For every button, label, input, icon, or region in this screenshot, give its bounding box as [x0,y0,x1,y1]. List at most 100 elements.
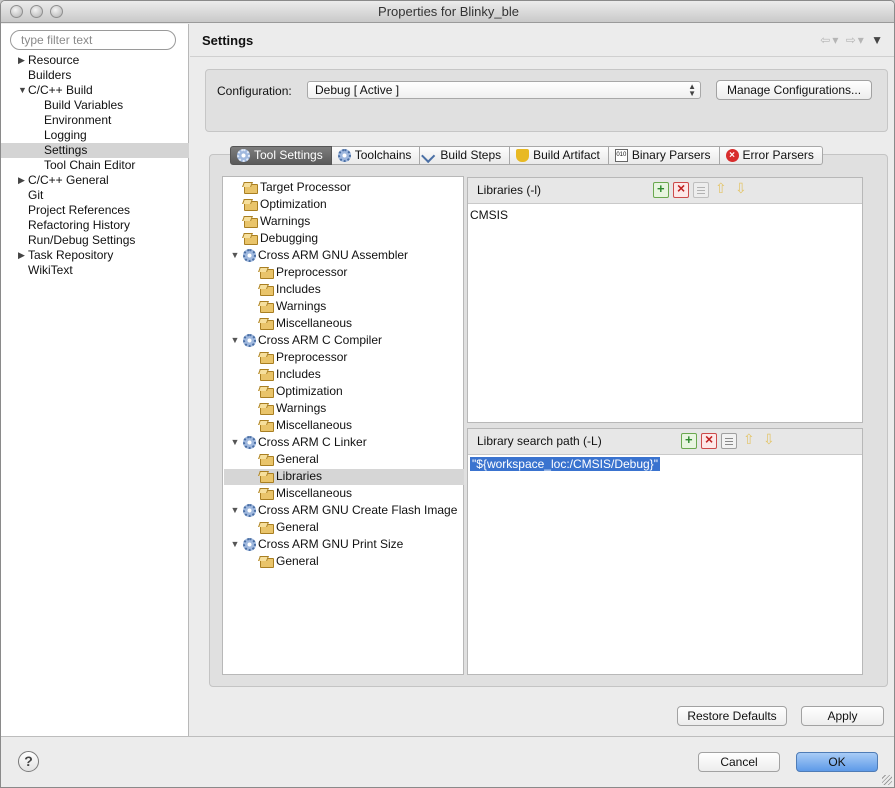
help-icon[interactable]: ? [18,751,39,772]
tree-item[interactable]: Optimization [259,383,343,400]
sidebar-item[interactable]: ▶ Task Repository [1,248,189,263]
sidebar-item[interactable]: Environment [1,113,189,128]
restore-defaults-button[interactable]: Restore Defaults [677,706,787,726]
list-item[interactable]: "${workspace_loc:/CMSIS/Debug}" [470,457,660,471]
sidebar-item[interactable]: Tool Chain Editor [1,158,189,173]
sidebar-item[interactable]: ▶ C/C++ General [1,173,189,188]
manage-configurations-button[interactable]: Manage Configurations... [716,80,872,100]
zoom-window-button[interactable] [50,5,63,18]
tree-item[interactable]: Warnings [259,400,326,417]
tree-item[interactable]: ▼ Cross ARM C Linker [229,434,367,451]
tree-item[interactable]: ▼ Cross ARM GNU Assembler [229,247,408,264]
tree-item-label: Cross ARM C Linker [258,435,367,449]
edit-library-icon[interactable] [693,182,709,198]
expanded-triangle-icon[interactable]: ▼ [229,502,241,519]
sidebar-item-label: Tool Chain Editor [44,158,136,172]
tab[interactable]: Tool Settings [230,146,332,165]
view-menu-icon[interactable]: ▼ [871,33,885,47]
sidebar-item[interactable]: WikiText [1,263,189,278]
sidebar-item[interactable]: Builders [1,68,189,83]
sidebar-item[interactable]: Refactoring History [1,218,189,233]
tree-item[interactable]: Warnings [259,298,326,315]
tree-item[interactable]: Miscellaneous [259,485,352,502]
tab[interactable]: Build Steps [420,146,511,165]
move-up-icon[interactable] [713,180,729,198]
option-category-icon [259,419,274,432]
tree-item[interactable]: Miscellaneous [259,315,352,332]
expanded-triangle-icon[interactable]: ▼ [229,434,241,451]
tab-label: Tool Settings [254,148,323,162]
sidebar-item[interactable]: Run/Debug Settings [1,233,189,248]
expanded-triangle-icon[interactable]: ▼ [229,332,241,349]
tree-item[interactable]: Includes [259,281,321,298]
configuration-select[interactable]: Debug [ Active ] ▲ ▼ [307,81,701,99]
tree-item-label: Warnings [276,401,327,415]
delete-path-icon[interactable] [701,431,717,449]
expanded-triangle-icon[interactable]: ▼ [229,247,241,264]
move-down-icon[interactable] [733,180,749,198]
expanded-triangle-icon[interactable]: ▼ [18,83,27,98]
tree-item[interactable]: Miscellaneous [259,417,352,434]
tree-item[interactable]: General [259,553,319,570]
collapsed-triangle-icon[interactable]: ▶ [18,173,25,188]
expanded-triangle-icon[interactable]: ▼ [229,536,241,553]
list-item[interactable]: CMSIS [470,208,508,222]
option-category-icon [259,521,274,534]
delete-library-icon[interactable] [673,180,689,198]
sidebar-item-label: Resource [28,53,80,67]
sidebar-item[interactable]: ▼ C/C++ Build [1,83,189,98]
sidebar-item[interactable]: Build Variables [1,98,189,113]
tree-item[interactable]: Libraries [259,468,322,485]
minimize-window-button[interactable] [30,5,43,18]
sidebar-item[interactable]: Git [1,188,189,203]
tree-item[interactable]: Optimization [243,196,327,213]
edit-path-icon[interactable] [721,433,737,449]
tree-item-label: Miscellaneous [276,316,353,330]
tab-bar: Tool Settings Toolchains Build Steps Build … [230,146,823,165]
apply-button[interactable]: Apply [801,706,884,726]
move-down-icon[interactable] [761,431,777,449]
collapsed-triangle-icon[interactable]: ▶ [18,53,25,68]
forward-icon[interactable]: ⇨▾ [846,33,866,47]
tree-item[interactable]: Includes [259,366,321,383]
add-path-icon[interactable] [681,432,697,449]
ok-button[interactable]: OK [796,752,878,772]
tree-item[interactable]: Warnings [243,213,310,230]
sidebar-item[interactable]: Logging [1,128,189,143]
tree-item[interactable]: Debugging [243,230,318,247]
move-up-icon[interactable] [741,431,757,449]
tab-label: Toolchains [354,148,412,162]
tab-label: Build Artifact [533,148,600,162]
tree-item[interactable]: Target Processor [243,179,351,196]
tree-item-label: Optimization [276,384,343,398]
tree-item[interactable]: General [259,451,319,468]
tree-item[interactable]: Preprocessor [259,349,347,366]
tab-label: Build Steps [440,148,502,162]
tool-settings-tree: Target Processor Optimization Warnings Debu… [222,176,464,675]
back-icon[interactable]: ⇦▾ [820,33,840,47]
add-library-icon[interactable] [653,181,669,198]
collapsed-triangle-icon[interactable]: ▶ [18,248,25,263]
close-window-button[interactable] [10,5,23,18]
tab[interactable]: Build Artifact [510,146,609,165]
filter-input[interactable]: type filter text [10,30,176,50]
cancel-button[interactable]: Cancel [698,752,780,772]
tree-item[interactable]: ▼ Cross ARM GNU Create Flash Image [229,502,457,519]
tree-item[interactable]: General [259,519,319,536]
tree-item[interactable]: Preprocessor [259,264,347,281]
sidebar-item-label: Run/Debug Settings [28,233,136,247]
tab[interactable]: × Error Parsers [719,146,823,165]
sidebar-item[interactable]: Settings [1,143,189,158]
tree-item-label: Warnings [276,299,327,313]
sidebar-item[interactable]: ▶ Resource [1,53,189,68]
sidebar-item-label: Task Repository [28,248,114,262]
option-category-icon [259,300,274,313]
tree-item[interactable]: ▼ Cross ARM C Compiler [229,332,382,349]
tool-icon [243,436,256,449]
sidebar-item[interactable]: Project References [1,203,189,218]
tree-item[interactable]: ▼ Cross ARM GNU Print Size [229,536,403,553]
tab[interactable]: Toolchains [331,146,421,165]
tab[interactable]: 010 Binary Parsers [608,146,720,165]
resize-grip[interactable] [882,775,892,785]
option-category-icon [259,283,274,296]
